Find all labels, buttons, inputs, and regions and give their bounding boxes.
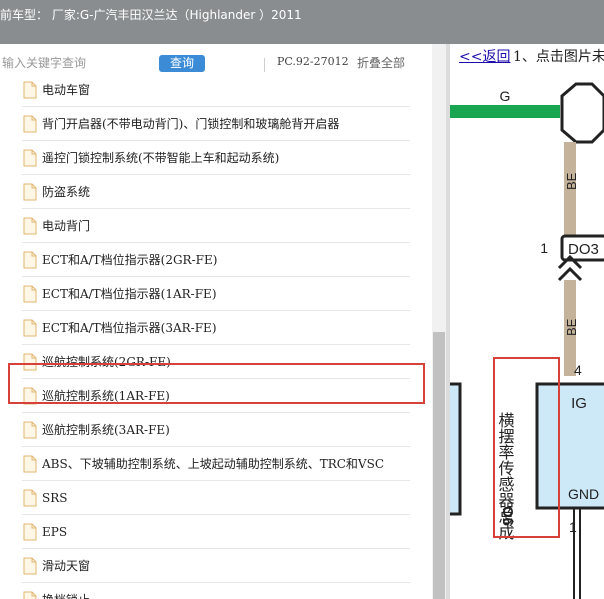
- document-icon: [23, 557, 37, 574]
- tree-item-label: ECT和A/T档位指示器(1AR-FE): [42, 287, 217, 301]
- search-input[interactable]: [0, 53, 152, 73]
- wiring-diagram: G BE 1 DO3 BE 4 IG GND 横摆率传感器总成 O6 1: [450, 82, 604, 599]
- tree-item[interactable]: 巡航控制系统(1AR-FE): [22, 379, 410, 413]
- tree-item-label: EPS: [42, 524, 68, 539]
- back-link[interactable]: <<返回: [459, 46, 510, 66]
- search-toolbar: 查询 PC.92-27012 折叠全部: [0, 44, 432, 80]
- tree-item[interactable]: EPS: [22, 515, 410, 549]
- junction-node: [560, 82, 604, 144]
- title-bar: 前车型： 厂家:G-广汽丰田汉兰达（Highlander ）2011: [0, 0, 604, 44]
- tree-item-label: 滑动天窗: [42, 559, 91, 573]
- tree-item-label: 电动背门: [42, 219, 91, 233]
- pin-4: 4: [574, 362, 582, 378]
- component-id: O6: [499, 506, 516, 526]
- tree-item[interactable]: ECT和A/T档位指示器(1AR-FE): [22, 277, 410, 311]
- circuit-tree: 电动车窗背门开启器(不带电动背门)、门锁控制和玻璃舱背开启器 遥控门锁控制系统(不…: [0, 80, 432, 599]
- document-icon: [23, 183, 37, 200]
- pin-1-upper: 1: [540, 240, 548, 256]
- tree-item-label: ECT和A/T档位指示器(2GR-FE): [42, 253, 218, 267]
- tree-item[interactable]: 遥控门锁控制系统(不带智能上车和起动系统): [22, 141, 410, 175]
- document-icon: [23, 251, 37, 268]
- document-icon: [23, 115, 37, 132]
- tree-item-label: 防盗系统: [42, 185, 91, 199]
- tree-item[interactable]: SRS: [22, 481, 410, 515]
- pc-code: PC.92-27012: [277, 55, 349, 68]
- tree-item[interactable]: 防盗系统: [22, 175, 410, 209]
- tree-item[interactable]: 滑动天窗: [22, 549, 410, 583]
- query-button[interactable]: 查询: [159, 55, 205, 72]
- document-icon: [23, 285, 37, 302]
- tree-item[interactable]: ECT和A/T档位指示器(3AR-FE): [22, 311, 410, 345]
- vehicle-title: 前车型： 厂家:G-广汽丰田汉兰达（Highlander ）2011: [0, 8, 302, 22]
- document-icon: [23, 149, 37, 166]
- terminal-gnd: GND: [568, 486, 599, 502]
- document-icon: [23, 591, 37, 599]
- tree-item-label: ECT和A/T档位指示器(3AR-FE): [42, 321, 217, 335]
- wire-g-label: G: [500, 88, 511, 104]
- document-icon: [23, 353, 37, 370]
- tree-item-label: 巡航控制系统(3AR-FE): [42, 423, 170, 437]
- wire-be-lower-label: BE: [564, 318, 579, 336]
- tree-item-label: 巡航控制系统(2GR-FE): [42, 355, 171, 369]
- tree-item[interactable]: 背门开启器(不带电动背门)、门锁控制和玻璃舱背开启器: [22, 107, 410, 141]
- diagram-pane: G BE 1 DO3 BE 4 IG GND 横摆率传感器总成 O6 1 <<返…: [450, 44, 604, 599]
- wire-g: [450, 105, 560, 118]
- scrollbar-thumb[interactable]: [433, 332, 445, 599]
- tree-item[interactable]: ECT和A/T档位指示器(2GR-FE): [22, 243, 410, 277]
- adjacent-component-box: [450, 382, 462, 516]
- connector-chevron-lower: [557, 266, 583, 282]
- tree-item-label: ABS、下坡辅助控制系统、上坡起动辅助控制系统、TRC和VSC: [42, 457, 384, 471]
- connector-label: DO3: [568, 241, 599, 258]
- instruction-text: 1、点击图片未: [513, 49, 604, 65]
- document-icon: [23, 489, 37, 506]
- tree-item[interactable]: ABS、下坡辅助控制系统、上坡起动辅助控制系统、TRC和VSC: [22, 447, 410, 481]
- tree-item[interactable]: 电动车窗: [22, 80, 410, 107]
- wire-be-upper-label: BE: [564, 172, 579, 190]
- document-icon: [23, 217, 37, 234]
- document-icon: [23, 81, 37, 98]
- document-icon: [23, 387, 37, 404]
- toolbar-divider: [264, 58, 265, 72]
- document-icon: [23, 523, 37, 540]
- tree-item-label: SRS: [42, 490, 68, 505]
- document-icon: [23, 319, 37, 336]
- terminal-ig: IG: [571, 395, 587, 412]
- tree-item-label: 遥控门锁控制系统(不带智能上车和起动系统): [42, 151, 280, 165]
- tree-item-label: 背门开启器(不带电动背门)、门锁控制和玻璃舱背开启器: [42, 117, 340, 131]
- document-icon: [23, 421, 37, 438]
- tree-item[interactable]: 换档锁止: [22, 583, 410, 599]
- collapse-all-link[interactable]: 折叠全部: [357, 54, 405, 71]
- tree-item-label: 换档锁止: [42, 591, 90, 599]
- tree-item[interactable]: 巡航控制系统(2GR-FE): [22, 345, 410, 379]
- tree-item-label: 巡航控制系统(1AR-FE): [42, 389, 170, 403]
- tree-item[interactable]: 电动背门: [22, 209, 410, 243]
- tree-item[interactable]: 巡航控制系统(3AR-FE): [22, 413, 410, 447]
- tree-item-label: 电动车窗: [42, 83, 91, 97]
- document-icon: [23, 455, 37, 472]
